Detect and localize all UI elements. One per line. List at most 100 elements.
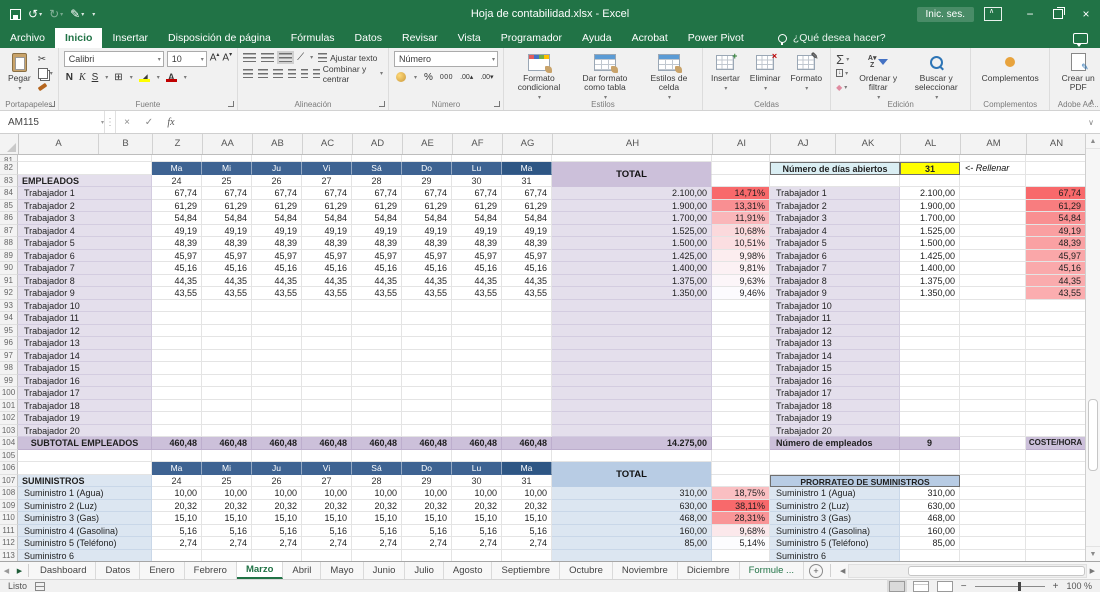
cell[interactable]	[302, 350, 352, 363]
cell[interactable]: 460,48	[352, 437, 402, 450]
add-sheet-icon[interactable]: +	[809, 564, 823, 578]
cell[interactable]: Do	[402, 462, 452, 475]
cell[interactable]: Trabajador 19	[18, 412, 152, 425]
cell[interactable]: Número de empleados	[770, 437, 900, 450]
zoom-in-icon[interactable]: +	[1053, 581, 1059, 592]
cell[interactable]	[1026, 387, 1085, 400]
cell[interactable]	[552, 312, 712, 325]
cell[interactable]	[18, 462, 152, 475]
cell[interactable]: 160,00	[900, 525, 960, 538]
row-header-100[interactable]: 100	[0, 387, 18, 400]
name-box[interactable]: AM115▾	[0, 111, 105, 133]
cell[interactable]: 67,74	[252, 187, 302, 200]
cell[interactable]: SUMINISTROS	[18, 475, 152, 488]
cell[interactable]	[252, 155, 302, 162]
cell[interactable]: 45,97	[502, 250, 552, 263]
cell[interactable]	[502, 155, 552, 162]
cell[interactable]: 54,84	[302, 212, 352, 225]
cell[interactable]: 1.425,00	[900, 250, 960, 263]
cell[interactable]	[252, 337, 302, 350]
cell[interactable]: SUBTOTAL EMPLEADOS	[18, 437, 152, 450]
cell[interactable]: 44,35	[1026, 275, 1085, 288]
row-header-81[interactable]: 81	[0, 155, 18, 162]
cell[interactable]: 26	[252, 475, 302, 488]
cell[interactable]	[352, 425, 402, 438]
cell[interactable]	[900, 175, 960, 188]
cell[interactable]: 45,16	[302, 262, 352, 275]
cell[interactable]: 20,32	[452, 500, 502, 513]
cell[interactable]	[900, 375, 960, 388]
merge-center-button[interactable]: Combinar y centrar▾	[313, 67, 383, 80]
cell[interactable]: 31	[502, 175, 552, 188]
cell[interactable]: Trabajador 20	[18, 425, 152, 438]
cell[interactable]	[960, 375, 1026, 388]
cell[interactable]	[552, 337, 712, 350]
cell[interactable]	[302, 425, 352, 438]
cell[interactable]: Suministro 4 (Gasolina)	[770, 525, 900, 538]
align-bottom-icon[interactable]	[279, 53, 292, 62]
font-name-combo[interactable]: Calibri▾	[64, 51, 164, 67]
cell[interactable]	[252, 300, 302, 313]
cell[interactable]	[452, 550, 502, 562]
cell[interactable]: 15,10	[502, 512, 552, 525]
dialog-launcher-icon[interactable]	[379, 101, 385, 107]
cell[interactable]	[1026, 412, 1085, 425]
cell[interactable]: TOTAL	[552, 462, 712, 475]
cell[interactable]	[402, 412, 452, 425]
row-header-111[interactable]: 111	[0, 525, 18, 538]
cell[interactable]: 1.375,00	[900, 275, 960, 288]
cell[interactable]: Trabajador 2	[18, 200, 152, 213]
format-as-table-button[interactable]: Dar formato como tabla▾	[573, 51, 637, 104]
row-header-97[interactable]: 97	[0, 350, 18, 363]
cell[interactable]: Trabajador 10	[18, 300, 152, 313]
cell[interactable]	[900, 387, 960, 400]
cell[interactable]: 44,35	[352, 275, 402, 288]
row-header-94[interactable]: 94	[0, 312, 18, 325]
align-center-icon[interactable]	[258, 69, 268, 78]
column-header-AF[interactable]: AF	[453, 134, 503, 154]
cell[interactable]: 54,84	[1026, 212, 1085, 225]
cell[interactable]	[712, 362, 770, 375]
cell[interactable]: 5,16	[502, 525, 552, 538]
cell[interactable]	[152, 300, 202, 313]
cell[interactable]	[452, 387, 502, 400]
ribbon-tab-datos[interactable]: Datos	[345, 28, 392, 48]
cell[interactable]: 1.500,00	[552, 237, 712, 250]
cell[interactable]: Trabajador 20	[770, 425, 900, 438]
cell[interactable]: Trabajador 14	[18, 350, 152, 363]
cell[interactable]: 310,00	[900, 487, 960, 500]
hscroll-right-icon[interactable]: ▶	[1087, 567, 1098, 575]
cell[interactable]: Trabajador 5	[770, 237, 900, 250]
expand-formula-bar-icon[interactable]: ∨	[1082, 111, 1100, 133]
row-header-106[interactable]: 106	[0, 462, 18, 475]
cell[interactable]	[302, 412, 352, 425]
align-middle-icon[interactable]	[261, 53, 274, 62]
row-header-83[interactable]: 83	[0, 175, 18, 188]
cell[interactable]: Ma	[502, 162, 552, 175]
cell[interactable]	[452, 312, 502, 325]
cell[interactable]: COSTE/HORA	[1026, 437, 1085, 450]
cell[interactable]	[960, 475, 1026, 488]
cell[interactable]: 1.900,00	[900, 200, 960, 213]
cell[interactable]: 1.900,00	[552, 200, 712, 213]
cell[interactable]	[202, 412, 252, 425]
column-header-AJ[interactable]: AJ	[771, 134, 836, 154]
percent-style-icon[interactable]: %	[424, 72, 433, 83]
ribbon-display-options-icon[interactable]	[984, 7, 1002, 21]
cell[interactable]	[202, 362, 252, 375]
cell[interactable]: 5,14%	[712, 537, 770, 550]
underline-button[interactable]: S	[92, 72, 99, 83]
cell[interactable]	[152, 375, 202, 388]
cell[interactable]	[900, 400, 960, 413]
cell[interactable]: 45,97	[302, 250, 352, 263]
row-header-102[interactable]: 102	[0, 412, 18, 425]
cell[interactable]	[252, 325, 302, 338]
ribbon-tab-vista[interactable]: Vista	[448, 28, 491, 48]
cell[interactable]	[452, 412, 502, 425]
cell[interactable]	[152, 312, 202, 325]
cell[interactable]: 54,84	[252, 212, 302, 225]
cell[interactable]: Trabajador 11	[18, 312, 152, 325]
row-header-85[interactable]: 85	[0, 200, 18, 213]
cell[interactable]: 10,00	[452, 487, 502, 500]
close-button[interactable]: ×	[1072, 0, 1100, 28]
